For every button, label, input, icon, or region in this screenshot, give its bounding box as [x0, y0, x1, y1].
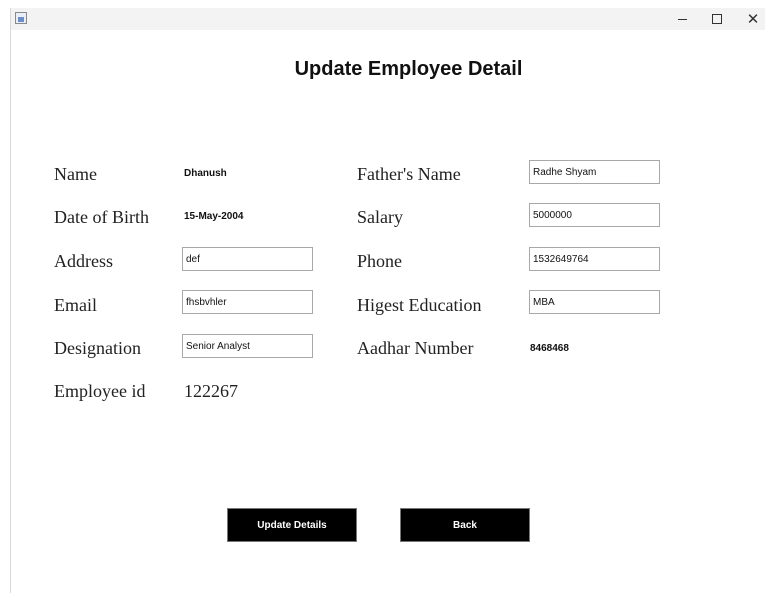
minimize-icon — [677, 18, 687, 20]
phone-input[interactable] — [529, 247, 660, 271]
email-input[interactable] — [182, 290, 313, 314]
close-button[interactable]: ✕ — [738, 8, 765, 30]
title-bar[interactable]: ✕ — [11, 8, 765, 30]
maximize-icon — [712, 14, 722, 24]
address-label: Address — [54, 251, 113, 271]
minimize-button[interactable] — [667, 8, 697, 30]
employee-id-label: Employee id — [54, 381, 146, 401]
java-app-icon — [15, 12, 27, 24]
education-label: Higest Education — [357, 295, 482, 315]
aadhar-label: Aadhar Number — [357, 338, 474, 358]
page-title: Update Employee Detail — [294, 58, 523, 80]
dob-value: 15-May-2004 — [184, 211, 244, 222]
salary-label: Salary — [357, 207, 403, 227]
salary-input[interactable] — [529, 203, 660, 227]
employee-id-value: 122267 — [184, 381, 238, 401]
designation-label: Designation — [54, 338, 141, 358]
father-name-input[interactable] — [529, 160, 660, 184]
father-name-label: Father's Name — [357, 164, 461, 184]
name-value: Dhanush — [184, 168, 227, 179]
dob-label: Date of Birth — [54, 207, 149, 227]
maximize-button[interactable] — [702, 8, 732, 30]
update-details-button[interactable]: Update Details — [227, 508, 357, 542]
back-button[interactable]: Back — [400, 508, 530, 542]
designation-input[interactable] — [182, 334, 313, 358]
close-icon: ✕ — [746, 9, 760, 28]
phone-label: Phone — [357, 251, 402, 271]
email-label: Email — [54, 295, 97, 315]
aadhar-value: 8468468 — [530, 343, 569, 354]
name-label: Name — [54, 164, 97, 184]
address-input[interactable] — [182, 247, 313, 271]
education-input[interactable] — [529, 290, 660, 314]
